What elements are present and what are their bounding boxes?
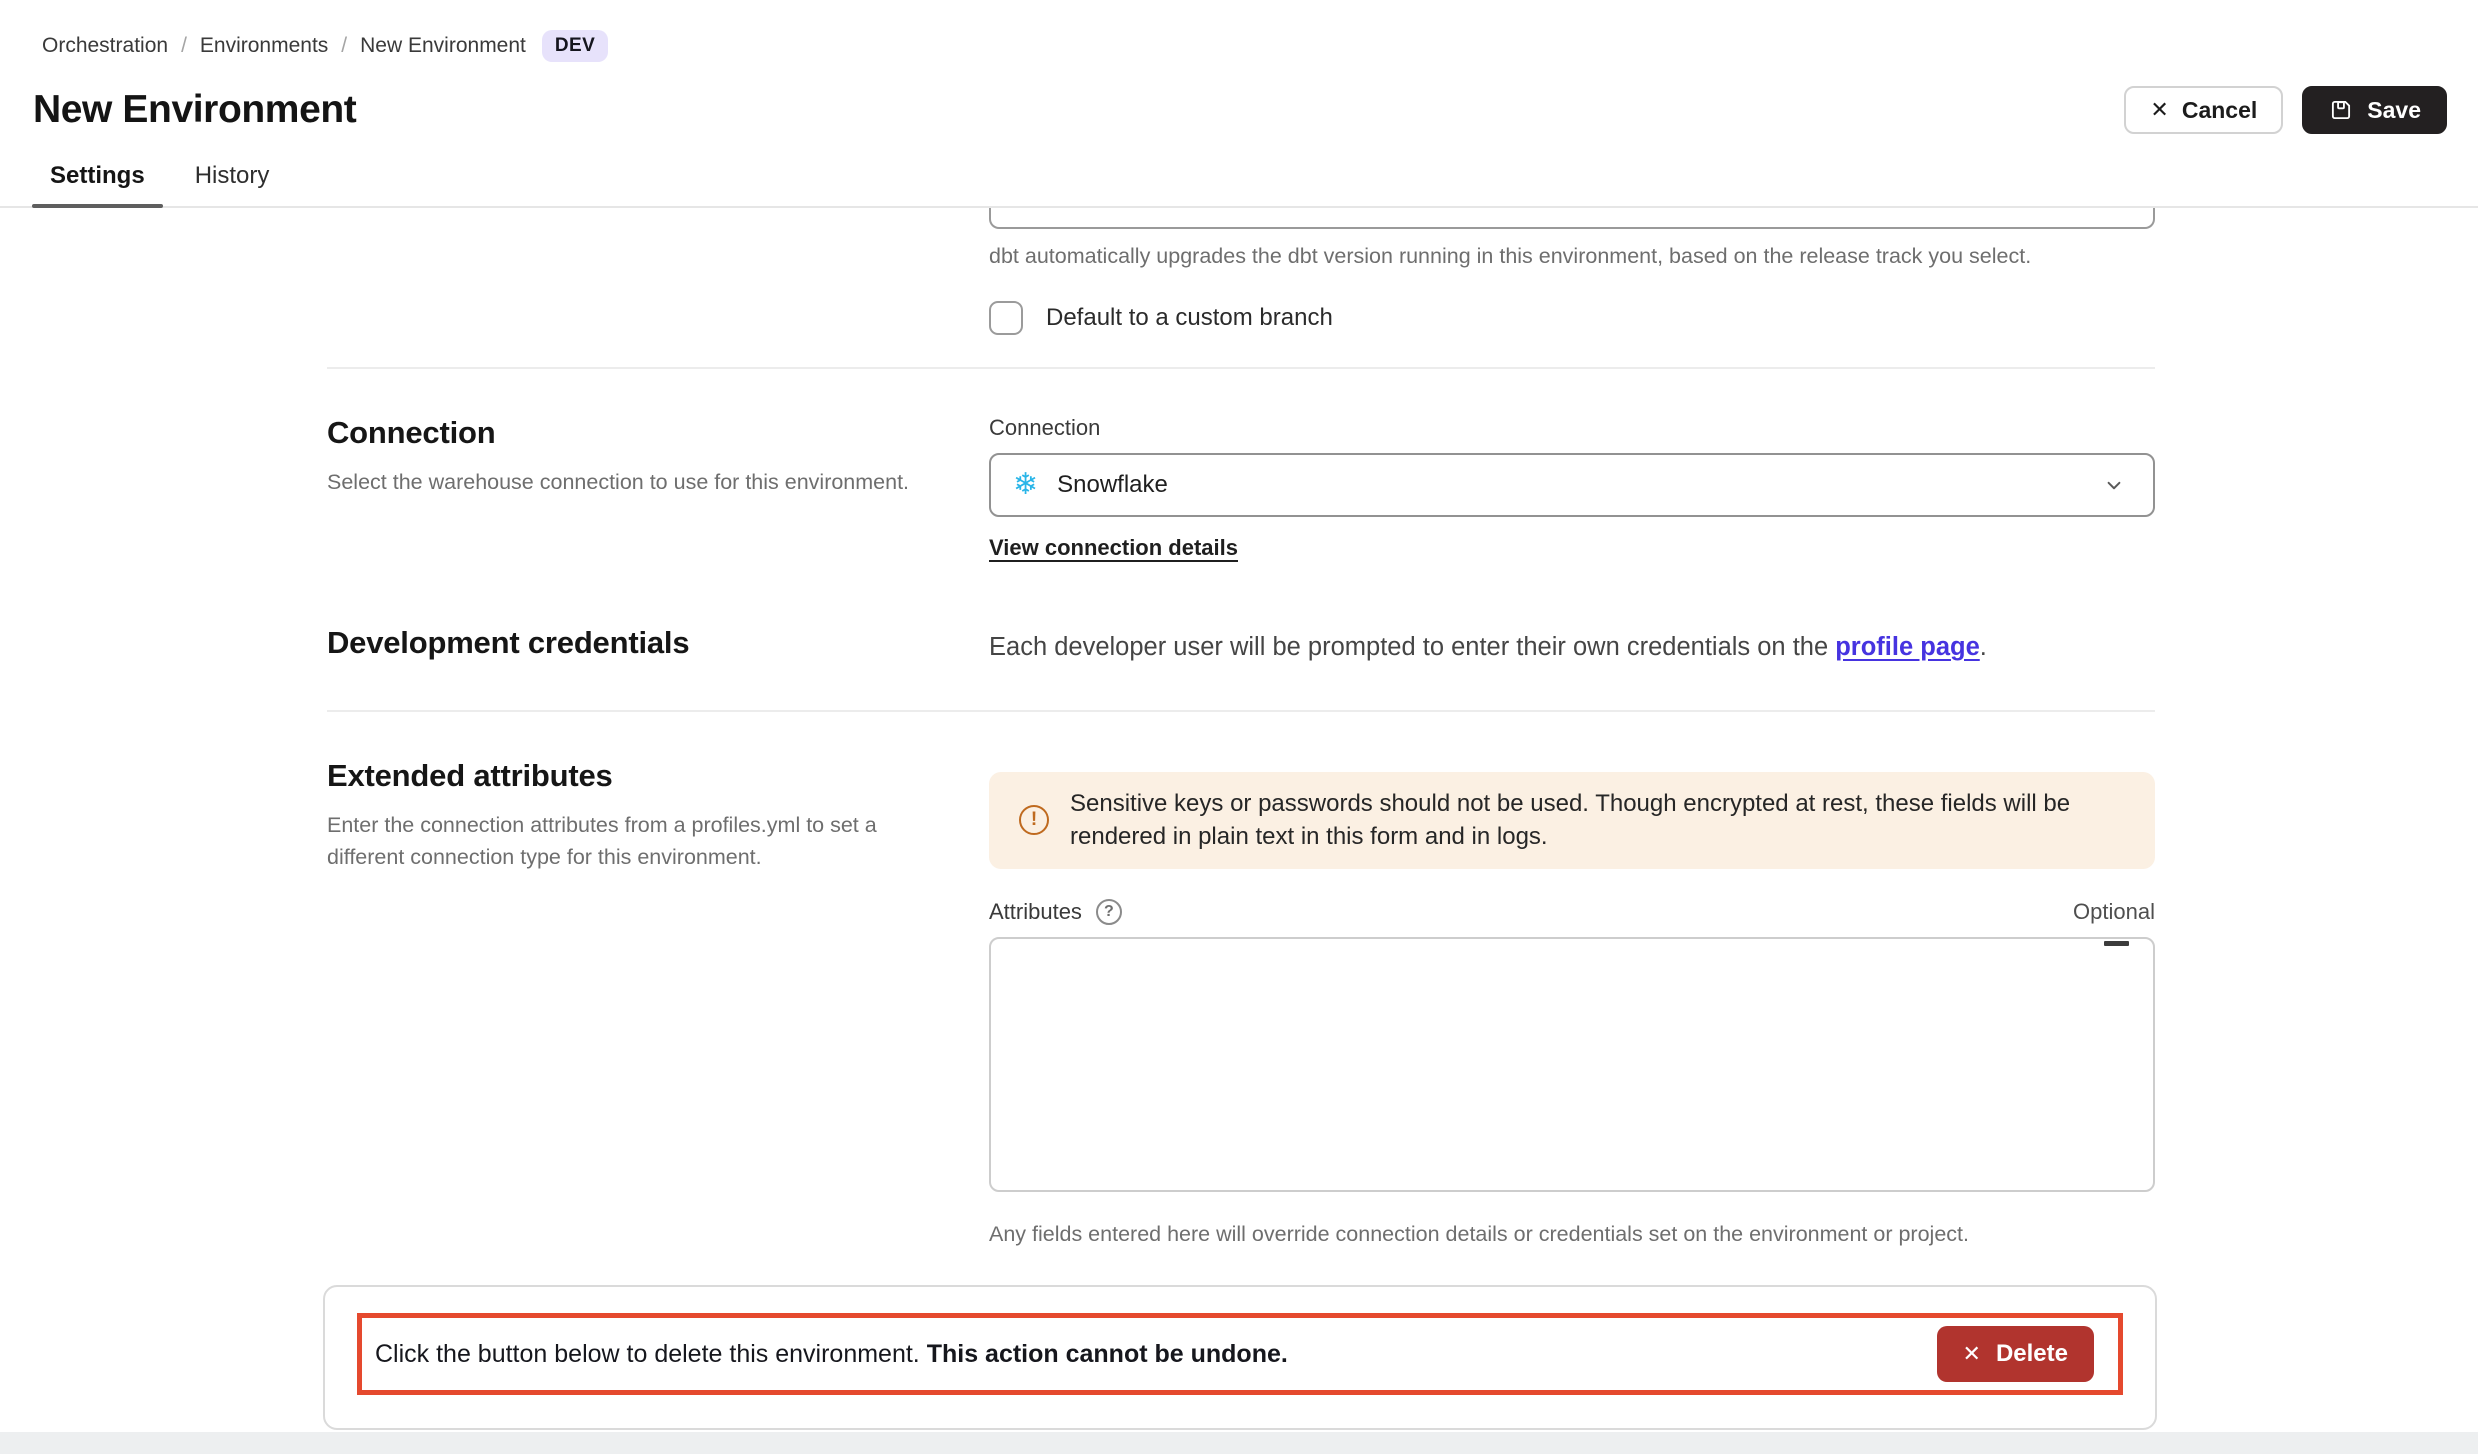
close-icon: ✕ [2150, 99, 2168, 121]
breadcrumb-item-current: New Environment [360, 34, 526, 58]
dev-credentials-section: Development credentials Each developer u… [327, 625, 2155, 666]
help-icon[interactable]: ? [1096, 899, 1122, 925]
settings-form: dbt automatically upgrades the dbt versi… [327, 208, 2155, 1430]
breadcrumb-item-environments[interactable]: Environments [200, 34, 328, 58]
custom-branch-row: Default to a custom branch [989, 301, 2155, 335]
breadcrumb-item-orchestration[interactable]: Orchestration [42, 34, 168, 58]
env-dev-badge: DEV [542, 30, 608, 62]
connection-section: Connection Select the warehouse connecti… [327, 369, 2155, 561]
dev-credentials-heading: Development credentials [327, 625, 947, 661]
header-actions: ✕ Cancel Save [2124, 86, 2447, 134]
delete-environment-card: Click the button below to delete this en… [323, 1285, 2157, 1430]
dev-credentials-text-before: Each developer user will be prompted to … [989, 633, 1835, 661]
optional-label: Optional [2073, 899, 2155, 925]
connection-select-value: Snowflake [1057, 471, 1168, 499]
breadcrumb: Orchestration / Environments / New Envir… [0, 0, 2478, 62]
view-connection-details-link[interactable]: View connection details [989, 535, 1238, 561]
delete-button[interactable]: ✕ Delete [1937, 1326, 2094, 1382]
attributes-label-row: Attributes ? Optional [989, 899, 2155, 925]
release-track-row: dbt automatically upgrades the dbt versi… [327, 208, 2155, 335]
sensitive-keys-warning-banner: ! Sensitive keys or passwords should not… [989, 772, 2155, 869]
tab-bar: Settings History [0, 162, 2478, 208]
delete-message-bold: This action cannot be undone. [927, 1340, 1288, 1368]
release-track-helper: dbt automatically upgrades the dbt versi… [989, 241, 2155, 271]
cancel-button[interactable]: ✕ Cancel [2124, 86, 2283, 134]
attributes-label: Attributes [989, 899, 1082, 925]
viewport-bottom-strip [0, 1432, 2478, 1454]
delete-message: Click the button below to delete this en… [375, 1340, 1288, 1369]
connection-heading: Connection [327, 415, 947, 451]
attributes-textarea[interactable] [989, 937, 2155, 1192]
tab-settings[interactable]: Settings [32, 162, 163, 206]
page-title: New Environment [33, 88, 356, 132]
extended-attributes-heading: Extended attributes [327, 758, 947, 794]
attributes-helper: Any fields entered here will override co… [989, 1219, 2155, 1249]
breadcrumb-separator: / [181, 34, 187, 58]
warning-text: Sensitive keys or passwords should not b… [1070, 787, 2125, 854]
extended-attributes-section: Extended attributes Enter the connection… [327, 712, 2155, 1249]
custom-branch-checkbox[interactable] [989, 301, 1023, 335]
chevron-down-icon [2101, 472, 2127, 498]
connection-description: Select the warehouse connection to use f… [327, 466, 945, 498]
page-header: New Environment ✕ Cancel Save [0, 62, 2478, 134]
profile-page-link[interactable]: profile page [1835, 633, 1980, 661]
save-button-label: Save [2367, 97, 2421, 124]
breadcrumb-separator: / [341, 34, 347, 58]
connection-field-label: Connection [989, 415, 2155, 441]
extended-attributes-description: Enter the connection attributes from a p… [327, 809, 945, 874]
tab-history[interactable]: History [177, 162, 288, 206]
warning-icon: ! [1019, 805, 1049, 835]
dev-credentials-text: Each developer user will be prompted to … [989, 625, 2155, 666]
delete-message-normal: Click the button below to delete this en… [375, 1340, 927, 1368]
save-icon [2328, 97, 2354, 123]
custom-branch-label: Default to a custom branch [1046, 304, 1333, 332]
editor-fold-icon[interactable] [2104, 941, 2129, 946]
delete-button-label: Delete [1996, 1340, 2068, 1368]
connection-select[interactable]: ❄ Snowflake [989, 453, 2155, 517]
delete-row-highlight: Click the button below to delete this en… [357, 1313, 2123, 1395]
snowflake-icon: ❄ [1013, 470, 1038, 500]
cancel-button-label: Cancel [2182, 97, 2257, 124]
save-button[interactable]: Save [2302, 86, 2447, 134]
dev-credentials-text-after: . [1980, 633, 1987, 661]
release-track-select-partial[interactable] [989, 208, 2155, 229]
delete-x-icon: ✕ [1963, 1343, 1981, 1365]
